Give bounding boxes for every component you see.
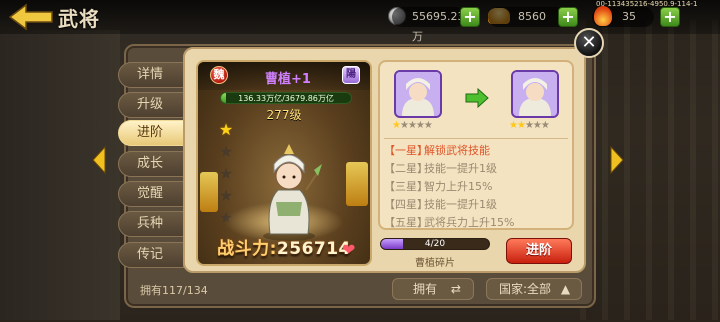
hero-figure-illustration [263, 144, 322, 241]
chevron-up-icon: ▲ [560, 282, 571, 296]
current-star-portrait [394, 70, 442, 118]
add-gold-button[interactable]: + [558, 7, 578, 27]
hero-card: 魏 曹植+1 陽 136.33万亿/3679.86万亿 277级 ★★★★★ 战… [196, 60, 372, 266]
combat-power-value: 256714 [276, 239, 351, 259]
hero-info-button[interactable]: 陽 [342, 66, 360, 84]
portrait-face-icon [396, 72, 440, 116]
star-empty-icon: ★ [524, 120, 534, 131]
tab-biography[interactable]: 传记 [118, 242, 184, 268]
experience-text: 136.33万亿/3679.86万亿 [238, 94, 334, 103]
tab-growth[interactable]: 成长 [118, 151, 184, 177]
star-empty-icon: ★ [407, 120, 417, 131]
divider [384, 138, 568, 139]
lantern-right [346, 162, 368, 206]
star-empty-icon: ★ [218, 164, 234, 183]
star-empty-icon: ★ [532, 120, 542, 131]
advance-button[interactable]: 进阶 [506, 238, 572, 264]
close-button[interactable]: ✕ [574, 28, 604, 58]
top-bar: 武将 55695.23万 + 8560 + 35 + 00-113435216-… [0, 0, 720, 43]
combat-power-label: 战斗力: [217, 239, 277, 259]
star-filled-icon: ★ [392, 120, 401, 131]
effect-tier: 【四星】 [384, 198, 428, 211]
swap-icon: ⇄ [450, 282, 461, 296]
effect-tier: 【三星】 [384, 180, 428, 193]
lantern-left [200, 172, 218, 212]
star-empty-icon: ★ [218, 186, 234, 205]
next-star-rating: ★★★★★ [509, 120, 561, 131]
effect-row-4: 【四星】技能一提升1级 [384, 196, 568, 214]
star-empty-icon: ★ [423, 120, 433, 131]
owned-sort-button[interactable]: 拥有 ⇄ [392, 278, 474, 300]
effect-text: 武将兵力上升15% [424, 216, 515, 229]
effect-tier: 【一星】 [384, 144, 428, 157]
stamina-amount: 35 [622, 10, 636, 23]
back-arrow-icon [8, 3, 53, 31]
next-general-arrow-icon[interactable] [610, 146, 624, 174]
background-lattice [580, 20, 720, 320]
effect-text: 技能一提升1级 [424, 162, 497, 175]
tab-awaken[interactable]: 觉醒 [118, 181, 184, 207]
fragment-progress-text: 4/20 [424, 239, 446, 249]
stamina-flame-icon [594, 6, 612, 26]
add-silver-button[interactable]: + [460, 7, 480, 27]
effect-row-1: 【一星】解锁武将技能 [384, 142, 568, 160]
portrait-face-icon [513, 72, 557, 116]
effect-text: 技能一提升1级 [424, 198, 497, 211]
star-empty-icon: ★ [399, 120, 409, 131]
upgrade-arrow-icon [465, 88, 489, 108]
effect-row-2: 【二星】技能一提升1级 [384, 160, 568, 178]
star-empty-icon: ★ [540, 120, 550, 131]
tab-advance[interactable]: 进阶 [118, 120, 184, 146]
silver-amount: 55695.23万 [392, 7, 466, 43]
effect-text: 解锁武将技能 [424, 144, 490, 157]
background-left [0, 30, 120, 320]
owned-count: 拥有117/134 [140, 284, 208, 297]
country-filter-dropdown[interactable]: 国家:全部 ▲ [486, 278, 582, 300]
close-icon: ✕ [581, 32, 597, 53]
effect-tier: 【二星】 [384, 162, 428, 175]
star-empty-icon: ★ [415, 120, 425, 131]
page-title: 武将 [58, 7, 100, 31]
star-empty-icon: ★ [218, 142, 234, 161]
star-filled-icon: ★ [516, 120, 526, 131]
add-stamina-button[interactable]: + [660, 7, 680, 27]
next-star-portrait [511, 70, 559, 118]
back-button[interactable] [8, 2, 54, 32]
favorite-heart-icon[interactable]: ❤ [342, 242, 358, 258]
star-filled-icon: ★ [218, 120, 234, 139]
fragment-name: 曹植碎片 [415, 258, 455, 269]
effect-row-3: 【三星】智力上升15% [384, 178, 568, 196]
fragment-progress-bar: 4/20 [380, 238, 490, 250]
star-filled-icon: ★ [509, 120, 518, 131]
experience-bar: 136.33万亿/3679.86万亿 [220, 92, 352, 104]
effect-tier: 【五星】 [384, 216, 428, 229]
country-filter-label: 国家:全部 [499, 282, 552, 296]
general-panel-footer: 拥有117/134 拥有 ⇄ 国家:全部 ▲ [134, 278, 586, 300]
hero-name: 曹植+1 [265, 72, 311, 87]
effect-row-5: 【五星】武将兵力上升15% [384, 214, 568, 230]
previous-general-arrow-icon[interactable] [92, 146, 106, 174]
effect-text: 智力上升15% [424, 180, 493, 193]
tab-troops[interactable]: 兵种 [118, 211, 184, 237]
star-effects-list: 【一星】解锁武将技能 【二星】技能一提升1级 【三星】智力上升15% 【四星】技… [384, 142, 568, 230]
faction-badge: 魏 [210, 66, 228, 84]
owned-sort-label: 拥有 [413, 282, 438, 296]
tab-details[interactable]: 详情 [118, 62, 184, 88]
tab-level-up[interactable]: 升级 [118, 92, 184, 118]
debug-id-label: 00-113435216-4950.9-114-1 [596, 0, 698, 8]
current-star-rating: ★★★★★ [392, 120, 444, 131]
